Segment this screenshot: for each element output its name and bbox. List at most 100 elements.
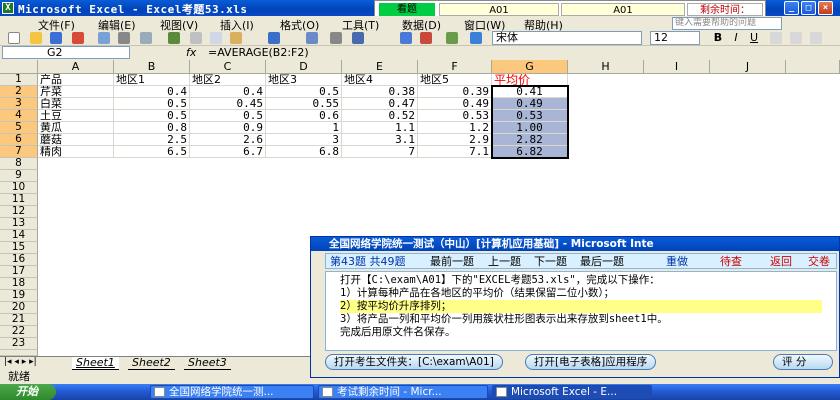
align-center-icon[interactable] bbox=[790, 32, 802, 44]
cell-D7[interactable]: 6.8 bbox=[266, 146, 342, 158]
cell-F1[interactable]: 地区5 bbox=[418, 74, 492, 86]
cell-B4[interactable]: 0.5 bbox=[114, 110, 190, 122]
help-icon[interactable] bbox=[470, 32, 482, 44]
start-button[interactable]: 开始 bbox=[0, 384, 56, 400]
cell-B6[interactable]: 2.5 bbox=[114, 134, 190, 146]
select-all-corner[interactable] bbox=[0, 60, 38, 74]
cell-D5[interactable]: 1 bbox=[266, 122, 342, 134]
cell-C4[interactable]: 0.5 bbox=[190, 110, 266, 122]
tab-sheet2[interactable]: Sheet2 bbox=[128, 357, 175, 370]
hyperlink-icon[interactable] bbox=[306, 32, 318, 44]
column-header[interactable]: H bbox=[568, 60, 644, 74]
row-header[interactable]: 23 bbox=[0, 338, 38, 350]
italic-icon[interactable]: I bbox=[730, 32, 742, 44]
column-header[interactable]: I bbox=[644, 60, 710, 74]
open-app-button[interactable]: 打开[电子表格]应用程序 bbox=[525, 354, 657, 370]
cell-C7[interactable]: 6.7 bbox=[190, 146, 266, 158]
cell-E7[interactable]: 7 bbox=[342, 146, 418, 158]
exam-dialog[interactable]: 全国网络学院统一测试（中山）[计算机应用基础] - Microsoft Inte… bbox=[310, 236, 840, 378]
underline-icon[interactable]: U bbox=[748, 32, 760, 44]
close-button[interactable]: × bbox=[818, 1, 833, 15]
cell-F2[interactable]: 0.39 bbox=[418, 86, 492, 98]
cell-A3[interactable]: 白菜 bbox=[38, 98, 114, 110]
taskbar-item-exam[interactable]: 全国网络学院统一测... bbox=[150, 385, 314, 399]
cell-D6[interactable]: 3 bbox=[266, 134, 342, 146]
return-button[interactable]: 返回 bbox=[770, 255, 792, 269]
minimize-button[interactable]: _ bbox=[784, 1, 799, 15]
cell-C6[interactable]: 2.6 bbox=[190, 134, 266, 146]
cell-F3[interactable]: 0.49 bbox=[418, 98, 492, 110]
redo-button[interactable]: 重做 bbox=[666, 255, 688, 269]
print-icon[interactable] bbox=[118, 32, 130, 44]
cell-C3[interactable]: 0.45 bbox=[190, 98, 266, 110]
column-header[interactable]: B bbox=[114, 60, 190, 74]
column-header[interactable]: E bbox=[342, 60, 418, 74]
cut-icon[interactable] bbox=[190, 32, 202, 44]
cell-E3[interactable]: 0.47 bbox=[342, 98, 418, 110]
open-exam-folder-button[interactable]: 打开考生文件夹：[C:\exam\A01] bbox=[325, 354, 503, 370]
submit-button[interactable]: 交卷 bbox=[808, 255, 830, 269]
cell-A6[interactable]: 蘑菇 bbox=[38, 134, 114, 146]
column-header-selected[interactable]: G bbox=[492, 60, 568, 74]
column-header[interactable] bbox=[786, 60, 840, 74]
save-icon[interactable] bbox=[50, 32, 62, 44]
cell-A1[interactable]: 产品 bbox=[38, 74, 114, 86]
align-left-icon[interactable] bbox=[770, 32, 782, 44]
dialog-title[interactable]: 全国网络学院统一测试（中山）[计算机应用基础] - Microsoft Inte bbox=[311, 237, 839, 251]
cell-D2[interactable]: 0.5 bbox=[266, 86, 342, 98]
cell-C5[interactable]: 0.9 bbox=[190, 122, 266, 134]
cell-D3[interactable]: 0.55 bbox=[266, 98, 342, 110]
new-icon[interactable] bbox=[8, 32, 20, 44]
column-header[interactable]: D bbox=[266, 60, 342, 74]
drawing-icon[interactable] bbox=[420, 32, 432, 44]
email-icon[interactable] bbox=[98, 32, 110, 44]
font-size-select[interactable]: 12 bbox=[650, 31, 700, 45]
cell-F6[interactable]: 2.9 bbox=[418, 134, 492, 146]
taskbar-item-excel[interactable]: Microsoft Excel - E... bbox=[492, 385, 652, 399]
tab-scroll-arrows[interactable]: |◂ ◂ ▸ ▸| bbox=[4, 357, 37, 367]
open-icon[interactable] bbox=[30, 32, 42, 44]
autosum-icon[interactable] bbox=[330, 32, 342, 44]
cell-A4[interactable]: 土豆 bbox=[38, 110, 114, 122]
chart-wizard-icon[interactable] bbox=[400, 32, 412, 44]
sort-ascending-icon[interactable] bbox=[352, 32, 364, 44]
cell-B3[interactable]: 0.5 bbox=[114, 98, 190, 110]
cell-E6[interactable]: 3.1 bbox=[342, 134, 418, 146]
nav-prev-button[interactable]: 上一题 bbox=[488, 255, 521, 269]
print-preview-icon[interactable] bbox=[140, 32, 152, 44]
cell-D1[interactable]: 地区3 bbox=[266, 74, 342, 86]
cell-E1[interactable]: 地区4 bbox=[342, 74, 418, 86]
cell-G4[interactable]: 0.53 bbox=[492, 110, 568, 122]
cell-G5[interactable]: 1.00 bbox=[492, 122, 568, 134]
cell-G1[interactable]: 平均价 bbox=[492, 74, 568, 86]
cell-A7[interactable]: 精肉 bbox=[38, 146, 114, 158]
cell-A2[interactable]: 芹菜 bbox=[38, 86, 114, 98]
grade-button[interactable]: 评 分 bbox=[773, 354, 833, 370]
view-question-label[interactable]: 看题 bbox=[379, 3, 435, 16]
cell-B1[interactable]: 地区1 bbox=[114, 74, 190, 86]
zoom-icon[interactable] bbox=[446, 32, 458, 44]
cell-B7[interactable]: 6.5 bbox=[114, 146, 190, 158]
name-box[interactable]: G2 bbox=[2, 46, 130, 59]
cell-G6[interactable]: 2.82 bbox=[492, 134, 568, 146]
column-header[interactable]: J bbox=[710, 60, 786, 74]
cell-E4[interactable]: 0.52 bbox=[342, 110, 418, 122]
formula-input[interactable]: =AVERAGE(B2:F2) bbox=[208, 46, 309, 59]
undo-icon[interactable] bbox=[268, 32, 280, 44]
cell-G7[interactable]: 6.82 bbox=[492, 146, 568, 158]
cell-F7[interactable]: 7.1 bbox=[418, 146, 492, 158]
cell-G2[interactable]: 0.41 bbox=[492, 86, 568, 98]
cell-F4[interactable]: 0.53 bbox=[418, 110, 492, 122]
cell-F5[interactable]: 1.2 bbox=[418, 122, 492, 134]
nav-last-button[interactable]: 最后一题 bbox=[580, 255, 624, 269]
column-header[interactable]: F bbox=[418, 60, 492, 74]
tab-sheet1[interactable]: Sheet1 bbox=[72, 357, 119, 370]
column-header[interactable]: A bbox=[38, 60, 114, 74]
nav-first-button[interactable]: 最前一题 bbox=[430, 255, 474, 269]
font-select[interactable]: 宋体 bbox=[492, 31, 642, 45]
cell-E5[interactable]: 1.1 bbox=[342, 122, 418, 134]
cell-B5[interactable]: 0.8 bbox=[114, 122, 190, 134]
copy-icon[interactable] bbox=[210, 32, 222, 44]
bold-icon[interactable]: B bbox=[712, 32, 724, 44]
cell-A5[interactable]: 黄瓜 bbox=[38, 122, 114, 134]
